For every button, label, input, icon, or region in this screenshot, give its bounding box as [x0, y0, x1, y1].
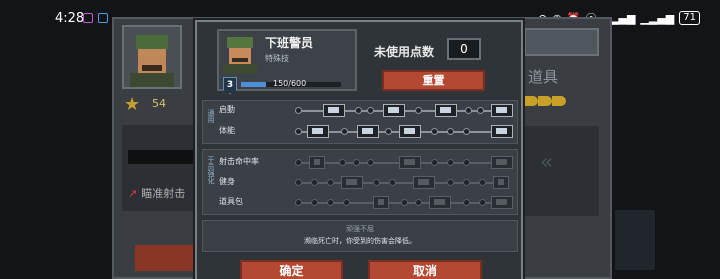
skill-perk-icon[interactable] — [323, 104, 345, 117]
skill-node[interactable] — [295, 199, 302, 206]
skill-tag: 瞄准射击 — [128, 185, 185, 201]
background-red-button[interactable] — [135, 245, 195, 271]
chevron-left-icon[interactable]: « — [540, 150, 553, 175]
game-screen: 4:28 ⊘ ◉ ⏰ ⦿ ▁▂▄▆ ▁▂▄▆ 71 ★ 54 瞄准射击 道具 « — [0, 0, 720, 279]
skill-node[interactable] — [463, 128, 470, 135]
skill-node[interactable] — [327, 179, 334, 186]
skill-node[interactable] — [341, 128, 348, 135]
background-figure — [615, 210, 655, 270]
notification-app-icon-2 — [98, 13, 108, 23]
rifle-icon — [128, 150, 194, 164]
skill-node[interactable] — [389, 179, 396, 186]
skill-perk-icon[interactable] — [309, 156, 325, 169]
skill-node[interactable] — [463, 179, 470, 186]
skill-perk-icon[interactable] — [383, 104, 405, 117]
skill-tree-dialog: 下班警员 特殊技 3 150/600 未使用点数 0 重置 通用 启動 体能 干… — [195, 20, 523, 279]
tools-label: 道具 — [528, 68, 559, 86]
skill-node[interactable] — [415, 199, 422, 206]
skill-node[interactable] — [295, 128, 302, 135]
skill-perk-icon[interactable] — [399, 125, 421, 138]
notification-app-icon — [83, 13, 93, 23]
skill-perk-icon[interactable] — [491, 196, 513, 209]
skill-node[interactable] — [447, 128, 454, 135]
unused-points-value: 0 — [447, 38, 481, 60]
skill-node[interactable] — [401, 199, 408, 206]
skill-row-label: 健身 — [219, 177, 235, 186]
skill-perk-icon[interactable] — [357, 125, 379, 138]
skill-node[interactable] — [477, 107, 484, 114]
skill-perk-icon[interactable] — [491, 156, 513, 169]
skill-row-label: 射击命中率 — [219, 157, 259, 166]
signal-icon-2: ▁▂▄▆ — [640, 11, 675, 25]
skill-node[interactable] — [311, 179, 318, 186]
bullets-icon — [524, 90, 569, 112]
skill-node[interactable] — [373, 179, 380, 186]
skill-node[interactable] — [465, 107, 472, 114]
background-portrait — [122, 25, 182, 89]
unused-points-label: 未使用点数 — [374, 45, 435, 59]
skill-node[interactable] — [327, 199, 334, 206]
background-level: 54 — [152, 97, 166, 110]
skill-perk-icon[interactable] — [413, 176, 435, 189]
section-tag-general: 通用 — [207, 109, 215, 123]
skill-section-general: 通用 启動 体能 — [202, 100, 518, 144]
skill-node[interactable] — [447, 179, 454, 186]
skill-perk-icon[interactable] — [373, 196, 389, 209]
skill-perk-icon[interactable] — [491, 104, 513, 117]
character-subtitle: 特殊技 — [265, 54, 289, 63]
skill-row-label: 道具包 — [219, 197, 243, 206]
skill-perk-icon[interactable] — [341, 176, 363, 189]
xp-bar-fill — [241, 82, 266, 87]
skill-row-label: 启動 — [219, 105, 235, 114]
skill-section-operator: 干员强化 射击命中率 健身 道具包 — [202, 149, 518, 215]
skill-perk-icon[interactable] — [399, 156, 421, 169]
skill-node[interactable] — [353, 159, 360, 166]
skill-node[interactable] — [479, 179, 486, 186]
skill-description-text: 濒临死亡时，你受到的伤害会降低。 — [304, 237, 416, 245]
skill-node[interactable] — [447, 159, 454, 166]
skill-perk-icon[interactable] — [307, 125, 329, 138]
xp-text: 150/600 — [273, 79, 307, 88]
skill-perk-icon[interactable] — [429, 196, 451, 209]
skill-node[interactable] — [343, 199, 350, 206]
section-tag-operator: 干员强化 — [207, 156, 215, 184]
skill-node[interactable] — [339, 159, 346, 166]
skill-description-title: 顽强不屈 — [346, 225, 374, 233]
reset-button[interactable]: 重置 — [382, 70, 485, 91]
skill-node[interactable] — [479, 199, 486, 206]
level-badge: 3 — [223, 77, 237, 94]
skill-node[interactable] — [367, 159, 374, 166]
character-portrait — [221, 34, 259, 74]
skill-node[interactable] — [295, 107, 302, 114]
cancel-button[interactable]: 取消 — [368, 260, 482, 279]
skill-node[interactable] — [355, 107, 362, 114]
skill-node[interactable] — [415, 107, 422, 114]
skill-perk-icon[interactable] — [491, 125, 513, 138]
skill-node[interactable] — [295, 159, 302, 166]
background-swap-slot[interactable] — [524, 28, 599, 56]
skill-node[interactable] — [367, 107, 374, 114]
skill-perk-icon[interactable] — [435, 104, 457, 117]
skill-node[interactable] — [431, 128, 438, 135]
battery-indicator: 71 — [679, 11, 700, 25]
confirm-button[interactable]: 确定 — [240, 260, 343, 279]
skill-row-label: 体能 — [219, 126, 235, 135]
skill-description: 顽强不屈 濒临死亡时，你受到的伤害会降低。 — [202, 220, 518, 252]
skill-node[interactable] — [311, 199, 318, 206]
skill-node[interactable] — [431, 159, 438, 166]
skill-node[interactable] — [295, 179, 302, 186]
background-right-panel — [524, 126, 599, 216]
skill-node[interactable] — [385, 128, 392, 135]
character-name: 下班警员 — [265, 36, 314, 50]
status-time: 4:28 — [55, 11, 85, 26]
skill-node[interactable] — [463, 199, 470, 206]
skill-perk-icon[interactable] — [493, 176, 509, 189]
star-icon: ★ — [124, 94, 141, 115]
skill-node[interactable] — [463, 159, 470, 166]
